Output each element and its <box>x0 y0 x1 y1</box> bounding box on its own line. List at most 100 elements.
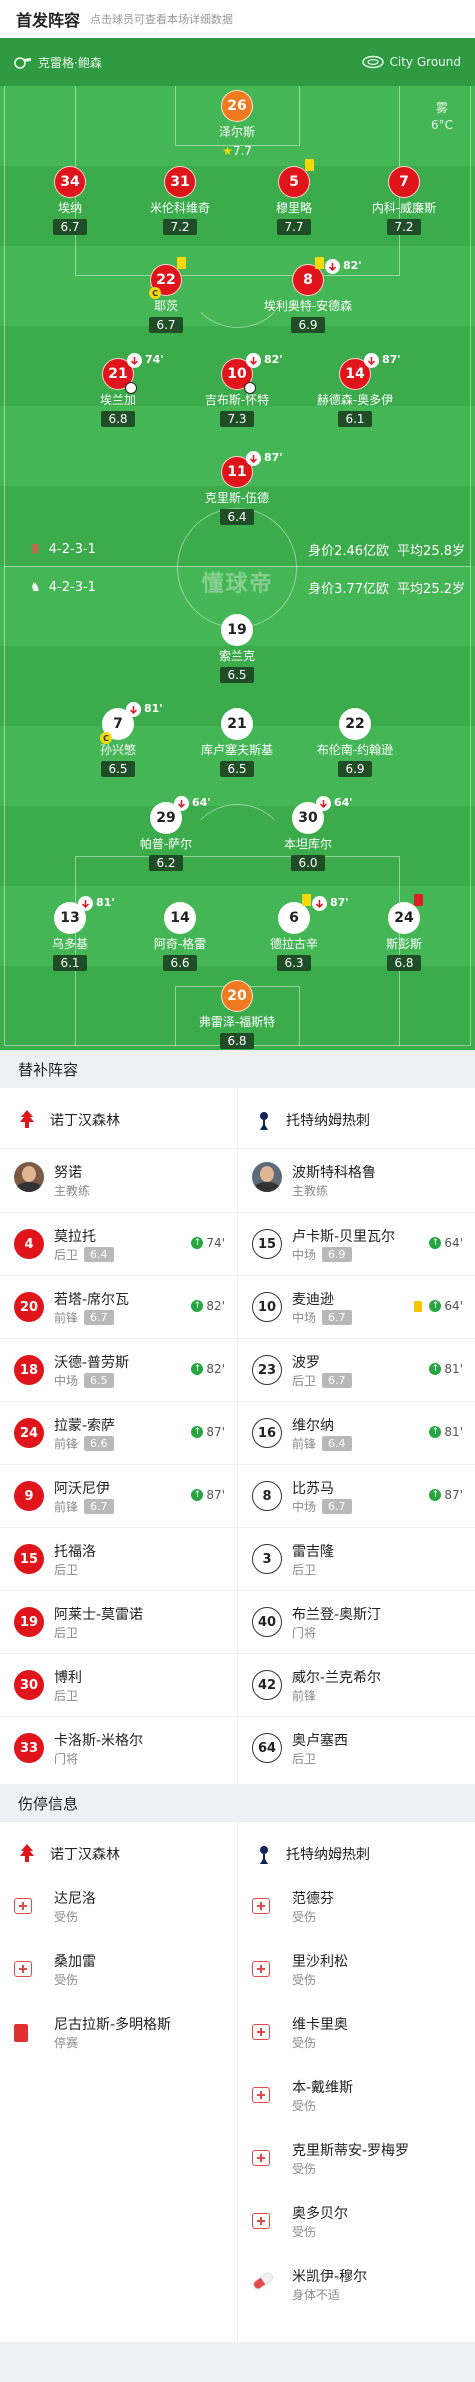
player-away[interactable]: 29 64' 帕普-萨尔 6.2 <box>106 796 226 871</box>
injury-row[interactable]: 奥多贝尔 受伤 <box>238 2191 475 2251</box>
player-away[interactable]: 14 阿奇-格雷 6.6 <box>120 902 240 971</box>
player-away[interactable]: 22 布伦南-约翰逊 6.9 <box>295 708 415 777</box>
player-number: 16 <box>252 1418 282 1448</box>
row-divider <box>0 1275 475 1276</box>
player-name: 威尔-兰克希尔 <box>292 1670 382 1686</box>
player-away[interactable]: 30 64' 本坦库尔 6.0 <box>248 796 368 871</box>
player-rating: 6.7 <box>322 1499 352 1514</box>
sub-player-row[interactable]: 23 波罗 后卫 6.7 ↑ 81' <box>238 1340 475 1400</box>
sub-player-row[interactable]: 20 若塔-席尔瓦 前锋 6.7 ↑ 82' <box>0 1277 237 1337</box>
sub-player-row[interactable]: 40 布兰登-奥斯汀 门将 <box>238 1592 475 1652</box>
player-position-row: 后卫 6.4 <box>54 1246 114 1263</box>
player-home[interactable]: 5 穆里略 7.7 <box>234 159 354 235</box>
player-home[interactable]: 31 米伦科维奇 7.2 <box>120 166 240 235</box>
player-home[interactable]: 10 82' 吉布斯-怀特 7.3 <box>177 353 297 427</box>
sub-off-icon <box>126 702 141 717</box>
player-name: 维尔纳 <box>292 1418 334 1434</box>
player-position: 中场 <box>292 1500 317 1514</box>
injury-row[interactable]: 范德芬 受伤 <box>238 1876 475 1936</box>
player-number: 20 <box>14 1292 44 1322</box>
player-home-gk[interactable]: 26 泽尔斯 ★7.7 <box>177 90 297 159</box>
player-number: 19 <box>14 1607 44 1637</box>
injury-row[interactable]: 里沙利松 受伤 <box>238 1939 475 1999</box>
player-number: 24 <box>14 1418 44 1448</box>
yellow-card-icon <box>302 894 311 906</box>
player-name: 斯彭斯 <box>385 937 422 951</box>
player-name: 索兰克 <box>218 649 255 663</box>
player-name: 奥多贝尔 <box>292 2206 348 2222</box>
player-away[interactable]: 21 库卢塞夫斯基 6.5 <box>177 708 297 777</box>
sub-on-icon: ↑ <box>191 1426 204 1438</box>
player-rating: 6.4 <box>84 1247 114 1262</box>
player-number-wrap: 29 64' <box>150 796 211 834</box>
away-coach-row[interactable]: 波斯特科格鲁 主教练 <box>238 1150 475 1210</box>
sub-player-row[interactable]: 4 莫拉托 后卫 6.4 ↑ 74' <box>0 1214 237 1274</box>
player-rating: 6.9 <box>291 317 325 333</box>
player-position: 后卫 <box>54 1626 79 1640</box>
player-away[interactable]: 7 81' C 孙兴慜 6.5 <box>58 702 178 777</box>
player-home[interactable]: 8 82' 埃利奥特-安德森 6.9 <box>248 257 368 333</box>
sub-player-row[interactable]: 15 卢卡斯-贝里瓦尔 中场 6.9 ↑ 64' <box>238 1214 475 1274</box>
player-number: 21 <box>221 708 253 740</box>
sub-player-row[interactable]: 24 拉蒙-索萨 前锋 6.6 ↑ 87' <box>0 1403 237 1463</box>
player-number-wrap: 24 <box>388 894 423 934</box>
yellow-card-icon <box>177 257 186 269</box>
avg-age: 平均25.2岁 <box>397 581 465 597</box>
player-name: 维卡里奥 <box>292 2017 348 2033</box>
injury-row[interactable]: 桑加雷 受伤 <box>0 1939 237 1999</box>
injury-panel: 诺丁汉森林 托特纳姆热刺 达尼洛 受伤 桑加雷 受伤 尼古拉斯-多明格斯 停赛 范德芬 受伤… <box>0 1822 475 2342</box>
player-name: 阿沃尼伊 <box>54 1481 110 1497</box>
medkit-icon <box>252 2213 272 2233</box>
player-home[interactable]: 7 内科-威廉斯 7.2 <box>344 166 464 235</box>
sub-player-row[interactable]: 18 沃德-普劳斯 中场 6.5 ↑ 82' <box>0 1340 237 1400</box>
player-away[interactable]: 6 87' 德拉古辛 6.3 <box>234 894 354 971</box>
home-team-row: 诺丁汉森林 <box>18 1100 120 1140</box>
sub-time: 82' <box>343 259 362 272</box>
player-away[interactable]: 19 索兰克 6.5 <box>177 614 297 683</box>
player-home[interactable]: 11 87' 克里斯-伍德 6.4 <box>177 451 297 525</box>
player-number-wrap: 21 74' <box>102 353 164 394</box>
player-rating: 6.6 <box>163 955 197 971</box>
sub-player-row[interactable]: 19 阿莱士-莫雷诺 后卫 <box>0 1592 237 1652</box>
player-away[interactable]: 13 81' 乌多基 6.1 <box>10 896 130 971</box>
home-coach-row[interactable]: 努诺 主教练 <box>0 1150 237 1210</box>
injury-row[interactable]: 本-戴维斯 受伤 <box>238 2065 475 2125</box>
sub-player-row[interactable]: 16 维尔纳 前锋 6.4 ↑ 81' <box>238 1403 475 1463</box>
weather-info: 雾 6°C <box>431 100 453 134</box>
sub-player-row[interactable]: 10 麦迪逊 中场 6.7 ↑ 64' <box>238 1277 475 1337</box>
player-name: 赫德森-奥多伊 <box>316 393 394 407</box>
player-number-wrap: 14 87' <box>339 353 401 390</box>
subs-panel: 诺丁汉森林 托特纳姆热刺 努诺 主教练 波斯特科格鲁 主教练 4 莫拉托 后卫 6.4… <box>0 1088 475 1784</box>
sub-player-row[interactable]: 9 阿沃尼伊 前锋 6.7 ↑ 87' <box>0 1466 237 1526</box>
sub-player-row[interactable]: 64 奥卢塞西 后卫 <box>238 1718 475 1778</box>
sub-off-icon <box>246 353 261 368</box>
injury-row[interactable]: 维卡里奥 受伤 <box>238 2002 475 2062</box>
player-name: 耶茨 <box>153 299 178 313</box>
player-position: 前锋 <box>54 1311 79 1325</box>
player-away-gk[interactable]: 20 弗雷泽-福斯特 6.8 <box>177 980 297 1049</box>
player-home[interactable]: 14 87' 赫德森-奥多伊 6.1 <box>295 353 415 427</box>
player-away[interactable]: 24 斯彭斯 6.8 <box>344 894 464 971</box>
sub-on-icon: ↑ <box>429 1237 442 1249</box>
injury-row[interactable]: 克里斯蒂安-罗梅罗 受伤 <box>238 2128 475 2188</box>
home-team-logo-icon: ♜ <box>30 542 41 556</box>
player-number: 23 <box>252 1355 282 1385</box>
sub-player-row[interactable]: 30 博利 后卫 <box>0 1655 237 1715</box>
sub-player-row[interactable]: 33 卡洛斯-米格尔 门将 <box>0 1718 237 1778</box>
sub-player-row[interactable]: 42 威尔-兰克希尔 前锋 <box>238 1655 475 1715</box>
player-number-wrap: 8 82' <box>292 257 362 296</box>
sub-player-row[interactable]: 3 雷吉隆 后卫 <box>238 1529 475 1589</box>
row-divider <box>0 1148 475 1149</box>
sub-player-row[interactable]: 8 比苏马 中场 6.7 ↑ 87' <box>238 1466 475 1526</box>
injury-row[interactable]: 米凯伊-穆尔 身体不适 <box>238 2254 475 2314</box>
player-home[interactable]: 34 埃纳 6.7 <box>10 166 130 235</box>
player-home[interactable]: 22 C 耶茨 6.7 <box>106 257 226 333</box>
row-divider <box>0 1590 475 1591</box>
player-number-wrap: 11 87' <box>221 451 283 488</box>
injury-row[interactable]: 达尼洛 受伤 <box>0 1876 237 1936</box>
injury-row[interactable]: 尼古拉斯-多明格斯 停赛 <box>0 2002 237 2062</box>
player-home[interactable]: 21 74' 埃兰加 6.8 <box>58 353 178 427</box>
sub-player-row[interactable]: 15 托福洛 后卫 <box>0 1529 237 1589</box>
row-divider <box>0 1653 475 1654</box>
injury-status: 受伤 <box>292 1910 317 1924</box>
